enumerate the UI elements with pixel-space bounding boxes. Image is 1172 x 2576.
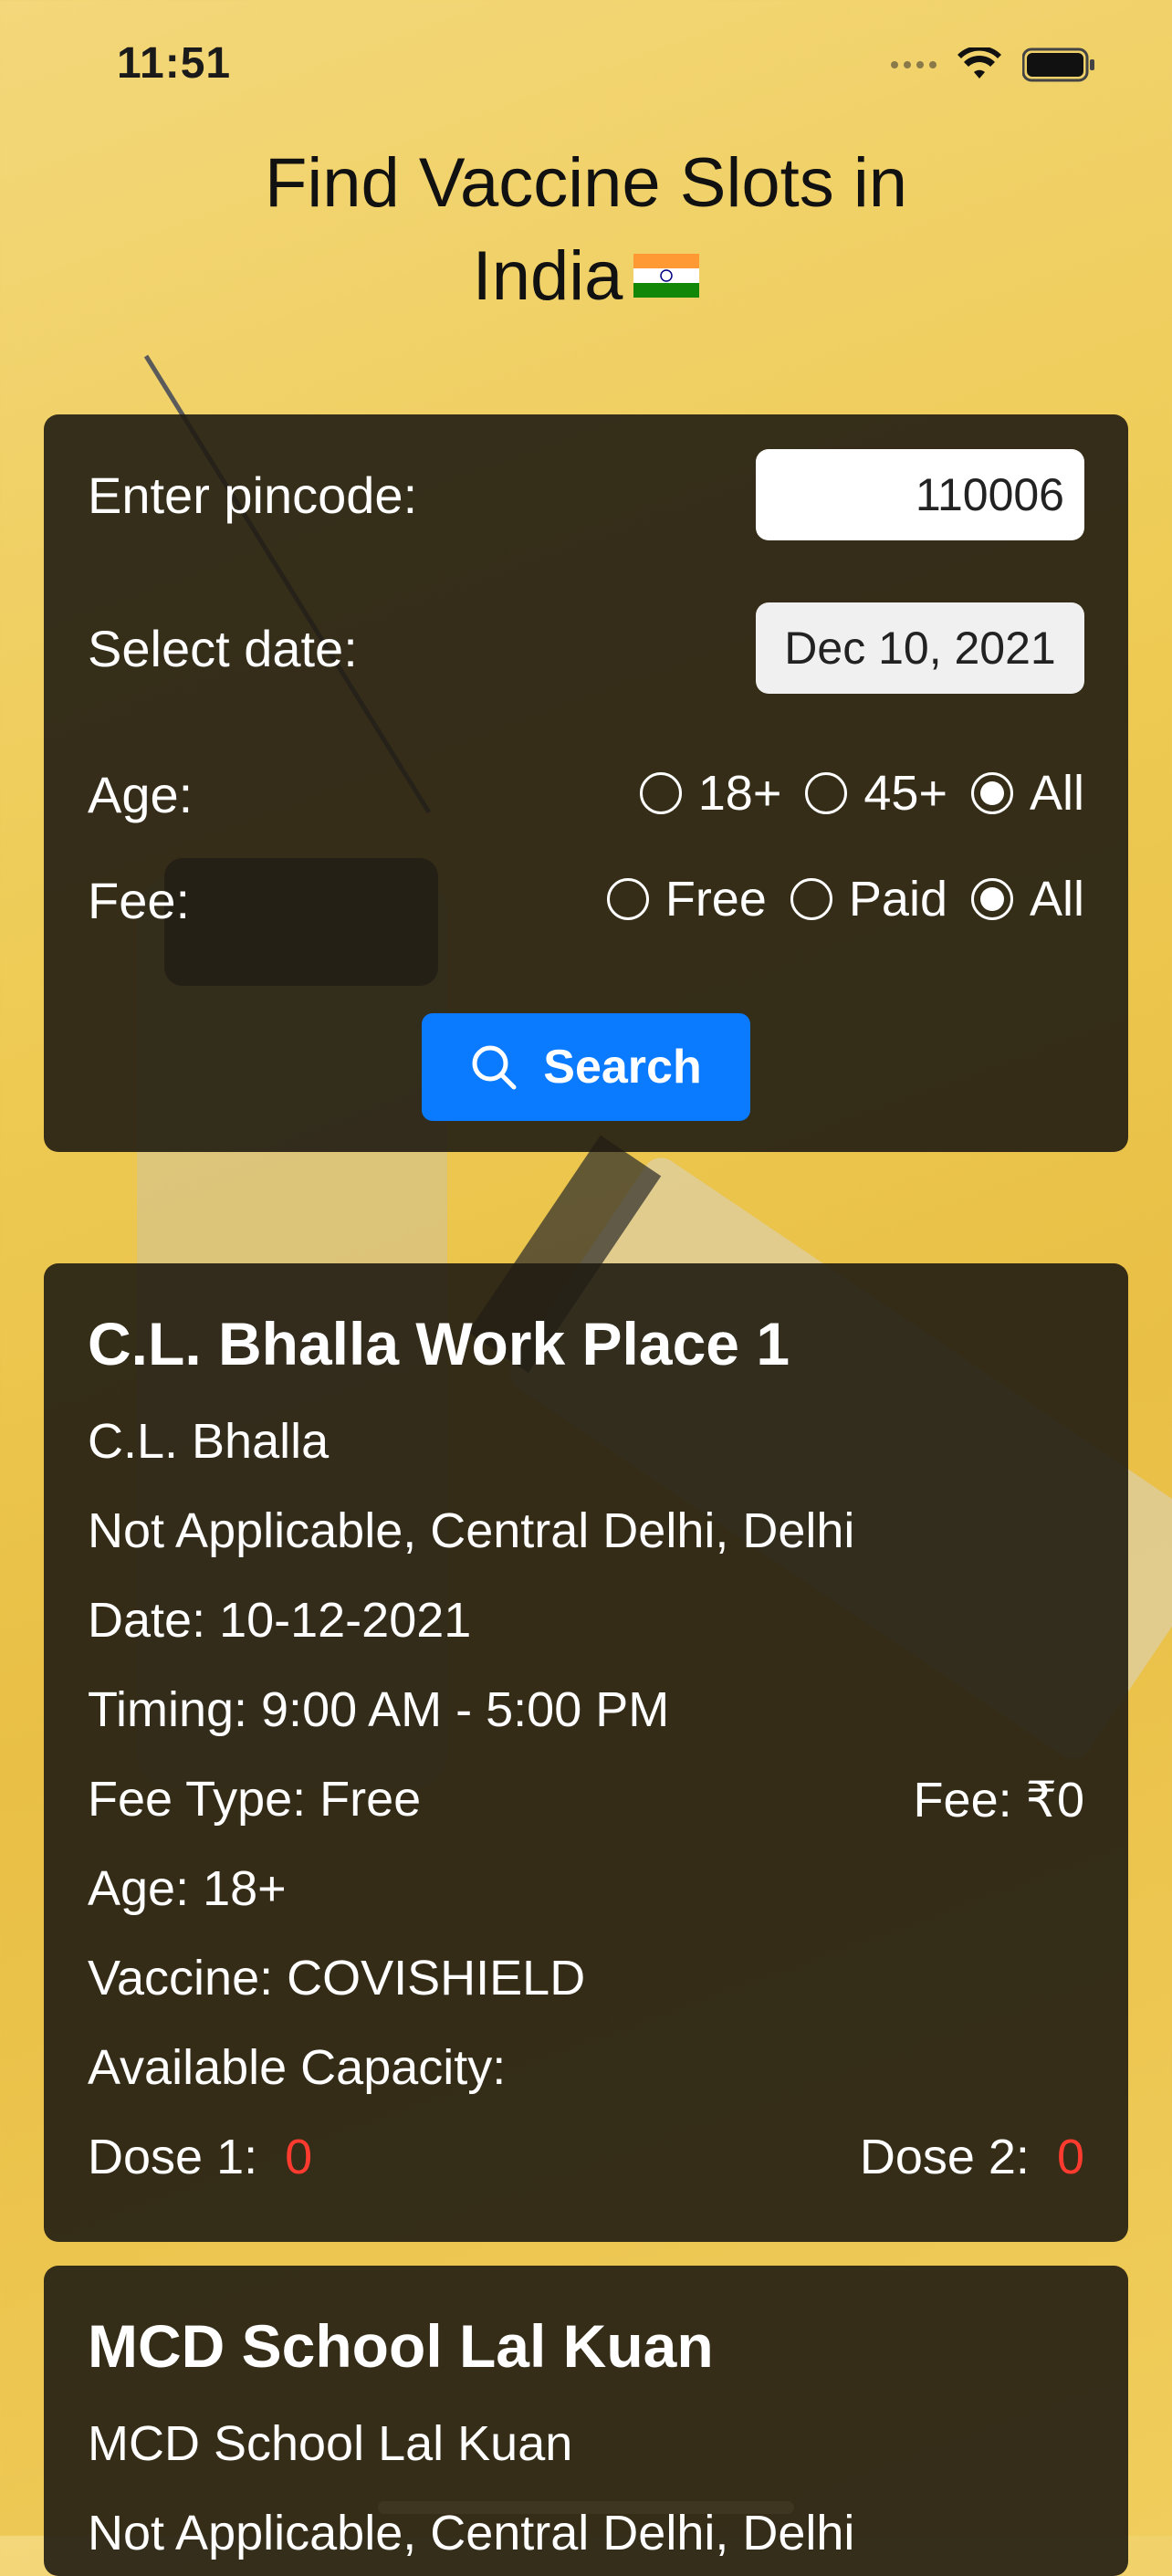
wifi-icon <box>957 47 1001 79</box>
fee-radio-all[interactable]: All <box>970 871 1084 927</box>
india-flag-icon <box>633 253 700 298</box>
dose2-label: Dose 2: <box>859 2130 1030 2184</box>
date-picker[interactable]: Dec 10, 2021 <box>756 602 1084 694</box>
result-card: MCD School Lal Kuan MCD School Lal Kuan … <box>44 2266 1128 2576</box>
fee-radio-paid[interactable]: Paid <box>790 871 947 927</box>
age-radio-all[interactable]: All <box>970 765 1084 822</box>
page-title: Find Vaccine Slots in India <box>0 137 1172 323</box>
center-name: C.L. Bhalla Work Place 1 <box>88 1310 790 1377</box>
search-form-card: Enter pincode: 110006 Select date: Dec 1… <box>44 414 1128 1152</box>
signal-icon <box>891 61 937 68</box>
radio-circle-selected <box>970 772 1013 814</box>
search-button[interactable]: Search <box>422 1013 750 1121</box>
center-address: Not Applicable, Central Delhi, Delhi <box>88 1503 855 1558</box>
capacity-label: Available Capacity: <box>88 2040 507 2095</box>
date-label: Select date: <box>88 620 358 677</box>
radio-circle <box>805 772 848 814</box>
center-org: C.L. Bhalla <box>88 1414 330 1469</box>
center-name: MCD School Lal Kuan <box>88 2312 714 2380</box>
dose2: Dose 2: 0 <box>860 2129 1084 2185</box>
pincode-input[interactable]: 110006 <box>756 449 1084 540</box>
title-line-1: Find Vaccine Slots in <box>264 144 908 222</box>
fee-radio-free[interactable]: Free <box>606 871 767 927</box>
title-line-2: India <box>472 237 623 315</box>
dose2-value: 0 <box>1056 2130 1084 2184</box>
vaccine-name: Vaccine: COVISHIELD <box>88 1951 586 2005</box>
slot-date: Date: 10-12-2021 <box>88 1593 472 1648</box>
pincode-label: Enter pincode: <box>88 466 418 524</box>
result-card: C.L. Bhalla Work Place 1 C.L. Bhalla Not… <box>44 1263 1128 2242</box>
age-limit: Age: 18+ <box>88 1861 287 1916</box>
status-bar: 11:51 <box>0 38 1172 97</box>
age-label: Age: <box>88 766 194 823</box>
fee-label: Fee: <box>88 872 191 929</box>
fee-amount: Fee: ₹0 <box>913 1773 1084 1827</box>
radio-circle <box>639 772 682 814</box>
radio-circle <box>606 878 649 920</box>
dose1: Dose 1: 0 <box>88 2129 312 2185</box>
fee-radio-group: Free Paid All <box>583 871 1084 927</box>
status-icons <box>891 47 1095 82</box>
center-org: MCD School Lal Kuan <box>88 2416 573 2471</box>
slot-timing: Timing: 9:00 AM - 5:00 PM <box>88 1682 670 1737</box>
status-time: 11:51 <box>117 39 232 88</box>
radio-circle <box>790 878 832 920</box>
home-indicator[interactable] <box>378 2501 794 2514</box>
age-radio-group: 18+ 45+ All <box>616 765 1084 822</box>
battery-icon <box>1022 47 1094 82</box>
age-radio-18[interactable]: 18+ <box>639 765 781 822</box>
search-button-label: Search <box>543 1041 702 1094</box>
dose1-value: 0 <box>285 2130 313 2184</box>
age-radio-45[interactable]: 45+ <box>805 765 947 822</box>
search-icon <box>472 1045 517 1090</box>
dose1-label: Dose 1: <box>88 2130 258 2184</box>
fee-type: Fee Type: Free <box>88 1772 422 1827</box>
radio-circle-selected <box>970 878 1013 920</box>
